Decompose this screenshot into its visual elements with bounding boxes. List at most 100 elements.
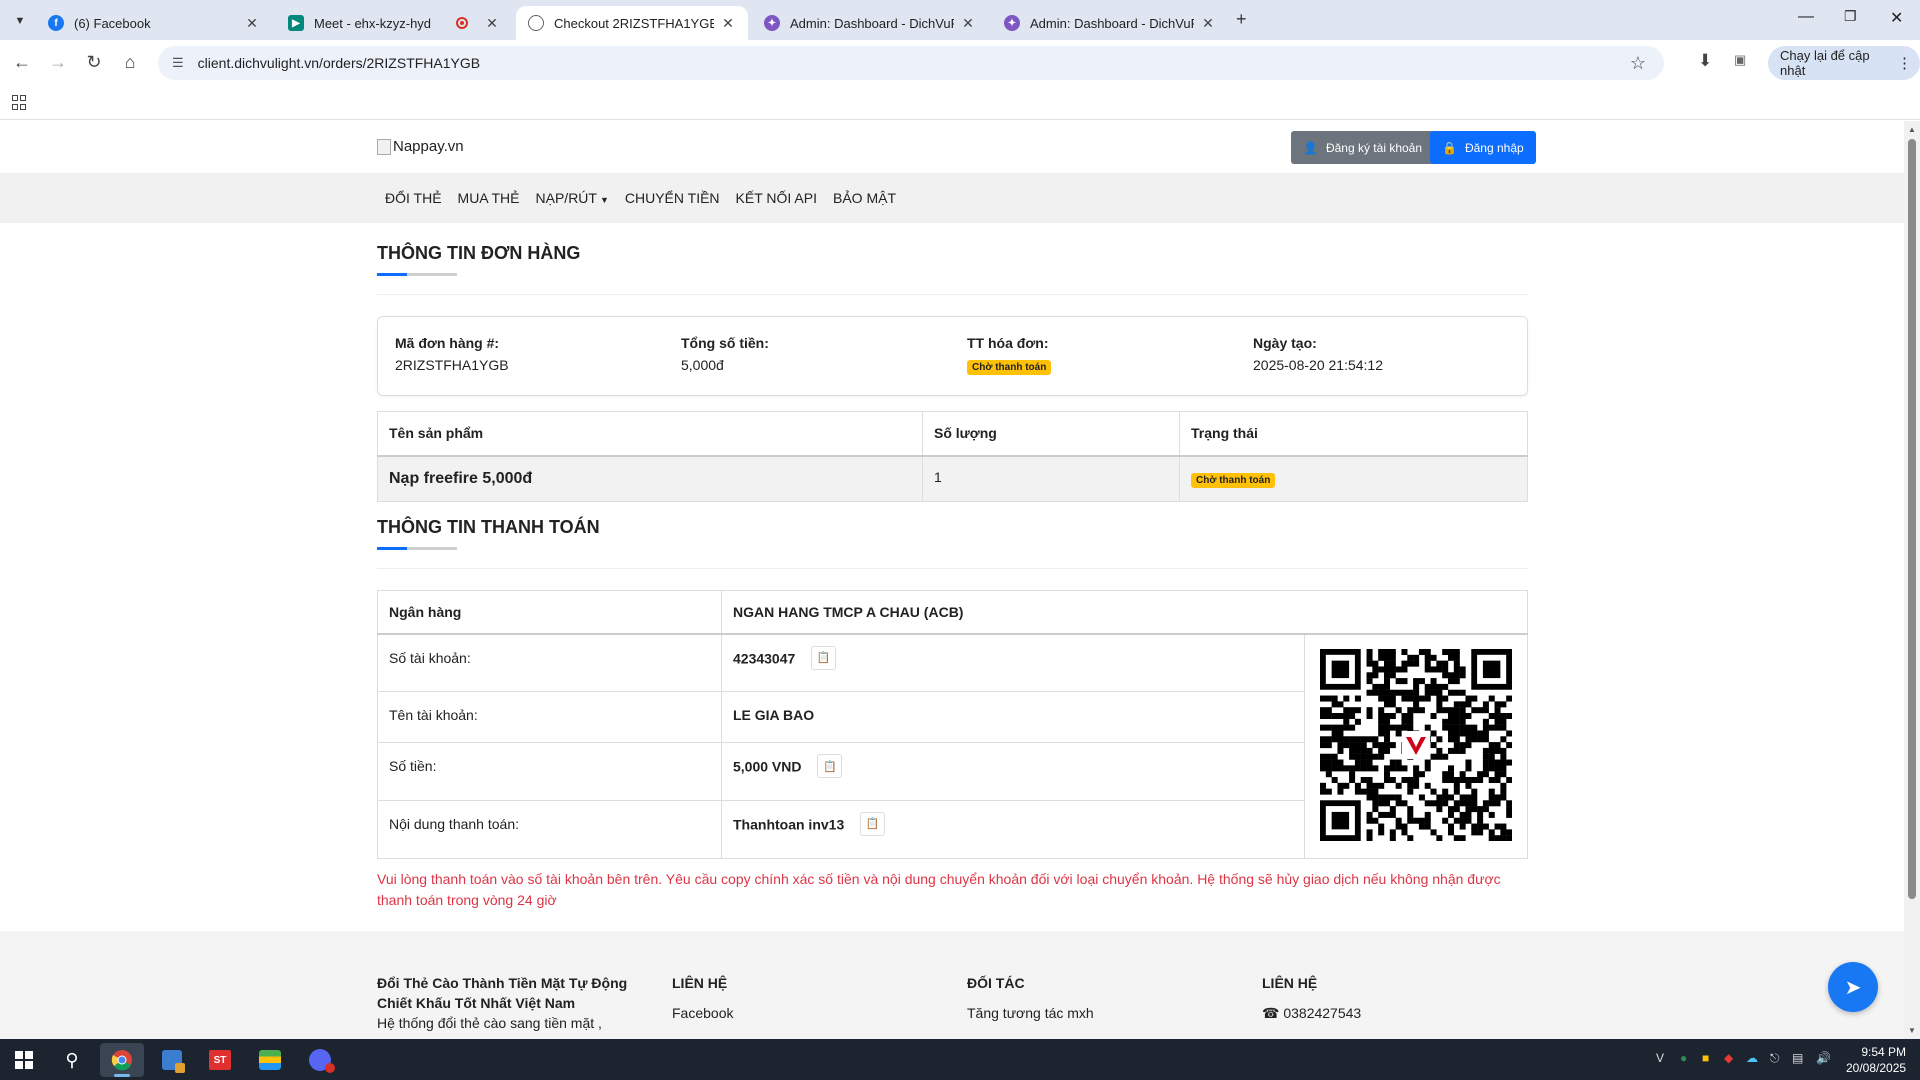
content-cell: Thanhtoan inv13 📋 <box>721 799 1305 859</box>
register-label: Đăng ký tài khoản <box>1325 140 1423 155</box>
tray-stack-icon[interactable]: ■ <box>1702 1051 1709 1065</box>
tab-admin-dashboard-2[interactable]: ✦ Admin: Dashboard - DichVuRig ✕ <box>992 6 1228 40</box>
content-value: Thanhtoan inv13 <box>733 816 845 833</box>
more-menu-icon[interactable]: ⋮ <box>1897 54 1912 72</box>
app-taskbar-icon-2[interactable]: ST <box>198 1043 242 1077</box>
app-taskbar-icon-3[interactable] <box>248 1043 292 1077</box>
footer-about: Đổi Thẻ Cào Thành Tiền Mặt Tự Động Chiết… <box>377 973 647 1033</box>
app-taskbar-icon-1[interactable] <box>150 1043 194 1077</box>
product-name: Nạp freefire 5,000đ <box>389 469 533 487</box>
clock-date: 20/08/2025 <box>1846 1061 1907 1075</box>
footer-phone[interactable]: ☎ 0382427543 <box>1262 1003 1361 1023</box>
copy-account-button[interactable]: 📋 <box>811 645 837 670</box>
new-tab-icon[interactable]: + <box>1236 9 1247 30</box>
scroll-up-icon[interactable]: ▲ <box>1908 125 1916 134</box>
windows-taskbar: ⚲ ST V ● ■ ◆ ☁ ⎋ ▤ 🔊 9:54 PM 20/08/2025 <box>0 1039 1920 1080</box>
restore-icon[interactable]: ❐ <box>1844 8 1857 25</box>
col-status: Trạng thái <box>1179 411 1528 457</box>
tab-checkout[interactable]: Checkout 2RIZSTFHA1YGB ✕ <box>516 6 748 40</box>
forward-icon[interactable]: → <box>46 52 70 73</box>
nav-ket-noi-api[interactable]: KẾT NỐI API <box>728 190 825 206</box>
col-product-name: Tên sản phẩm <box>377 411 923 457</box>
window-close-icon[interactable]: ✕ <box>1890 8 1903 28</box>
tab-meet[interactable]: ▶ Meet - ehx-kzyz-hyd ✕ <box>276 6 512 40</box>
tray-cloud-icon[interactable]: ☁ <box>1746 1051 1758 1065</box>
apps-grid-icon[interactable] <box>12 95 28 111</box>
scrollbar-thumb[interactable] <box>1908 139 1916 899</box>
col-quantity: Số lượng <box>922 411 1180 457</box>
tab-admin-dashboard-1[interactable]: ✦ Admin: Dashboard - DichVuRig ✕ <box>752 6 988 40</box>
back-icon[interactable]: ← <box>10 52 34 73</box>
copy-amount-button[interactable]: 📋 <box>817 754 843 779</box>
register-button[interactable]: 👤 Đăng ký tài khoản <box>1291 131 1435 164</box>
scroll-down-icon[interactable]: ▼ <box>1908 1026 1916 1035</box>
download-icon[interactable]: ⬇ <box>1698 51 1712 71</box>
share-icon: ➤ <box>1844 976 1862 999</box>
tray-circle-icon[interactable]: ● <box>1680 1051 1687 1065</box>
phone-icon: ☎ <box>1262 1005 1280 1021</box>
copy-content-button[interactable]: 📋 <box>860 811 886 836</box>
system-clock[interactable]: 9:54 PM 20/08/2025 <box>1846 1044 1906 1076</box>
search-icon[interactable]: ⚲ <box>50 1043 94 1077</box>
share-button[interactable]: ➤ <box>1828 962 1878 1012</box>
start-button[interactable] <box>2 1043 46 1077</box>
nav-chuyen-tien[interactable]: CHUYỂN TIỀN <box>617 190 728 206</box>
bookmark-star-icon[interactable]: ☆ <box>1630 53 1646 74</box>
nav-nap-rut-label: NẠP/RÚT <box>535 190 597 206</box>
close-icon[interactable]: ✕ <box>1200 15 1216 32</box>
qr-code-cell <box>1304 633 1528 859</box>
payment-section-title: THÔNG TIN THANH TOÁN <box>377 517 600 537</box>
address-bar[interactable]: ☰ client.dichvulight.vn/orders/2RIZSTFHA… <box>158 46 1664 80</box>
order-section-title: THÔNG TIN ĐƠN HÀNG <box>377 243 581 263</box>
created-date-group: Ngày tạo: 2025-08-20 21:54:12 <box>1253 335 1383 373</box>
close-icon[interactable]: ✕ <box>244 15 260 32</box>
home-icon[interactable]: ⌂ <box>118 52 142 73</box>
close-icon[interactable]: ✕ <box>720 15 736 32</box>
volume-icon[interactable]: 🔊 <box>1816 1051 1831 1065</box>
network-icon[interactable]: ▤ <box>1792 1051 1803 1065</box>
page-viewport: Nappay.vn 👤 Đăng ký tài khoản 🔒 Đăng nhậ… <box>0 121 1904 1039</box>
close-icon[interactable]: ✕ <box>484 15 500 32</box>
order-code-value: 2RIZSTFHA1YGB <box>395 357 509 373</box>
update-button[interactable]: Chạy lại để cập nhật ⋮ <box>1768 46 1920 80</box>
chrome-taskbar-icon[interactable] <box>100 1043 144 1077</box>
login-label: Đăng nhập <box>1464 140 1524 155</box>
facebook-icon: f <box>48 15 64 31</box>
tab-search-icon[interactable]: ▼ <box>8 9 32 33</box>
app-taskbar-icon-4[interactable] <box>298 1043 342 1077</box>
footer-partner-link[interactable]: Tăng tương tác mxh <box>967 1003 1094 1023</box>
account-name-label: Tên tài khoản: <box>377 690 722 744</box>
content-label: Nội dung thanh toán: <box>377 799 722 859</box>
footer-facebook-link[interactable]: Facebook <box>672 1003 733 1023</box>
nav-nap-rut[interactable]: NẠP/RÚT ▼ <box>528 190 617 206</box>
copy-icon: 📋 <box>865 818 880 831</box>
tray-v-icon[interactable]: V <box>1656 1051 1664 1065</box>
site-info-icon[interactable]: ☰ <box>172 55 184 71</box>
account-number-label: Số tài khoản: <box>377 633 722 692</box>
order-total-value: 5,000đ <box>681 357 724 373</box>
recording-icon <box>456 17 468 29</box>
page-scrollbar[interactable]: ▲ ▼ <box>1904 121 1920 1039</box>
microphone-icon[interactable]: ⎋ <box>1770 1051 1780 1066</box>
extension-icon[interactable]: ▣ <box>1734 52 1746 68</box>
reload-icon[interactable]: ↻ <box>82 52 106 73</box>
bank-name: NGAN HANG TMCP A CHAU (ACB) <box>721 590 1528 635</box>
footer-about-title: Đổi Thẻ Cào Thành Tiền Mặt Tự Động Chiết… <box>377 975 628 1011</box>
admin-icon: ✦ <box>1004 15 1020 31</box>
bank-label: Ngân hàng <box>377 590 722 635</box>
tab-facebook[interactable]: f (6) Facebook ✕ <box>36 6 272 40</box>
app-icon: ST <box>209 1050 231 1070</box>
url-text[interactable]: client.dichvulight.vn/orders/2RIZSTFHA1Y… <box>198 55 480 71</box>
nav-mua-the[interactable]: MUA THẺ <box>450 190 528 206</box>
nav-bao-mat[interactable]: BẢO MẬT <box>825 190 904 206</box>
minimize-icon[interactable]: — <box>1798 8 1814 26</box>
clock-time: 9:54 PM <box>1861 1045 1907 1059</box>
close-icon[interactable]: ✕ <box>960 15 976 32</box>
nav-doi-the[interactable]: ĐỔI THẺ <box>377 190 450 206</box>
login-button[interactable]: 🔒 Đăng nhập <box>1430 131 1536 164</box>
invoice-status-label: TT hóa đơn: <box>967 335 1049 351</box>
invoice-status-group: TT hóa đơn: Chờ thanh toán <box>967 335 1052 375</box>
site-logo[interactable]: Nappay.vn <box>377 138 464 155</box>
copy-icon: 📋 <box>823 760 837 773</box>
tray-antivirus-icon[interactable]: ◆ <box>1724 1051 1733 1065</box>
